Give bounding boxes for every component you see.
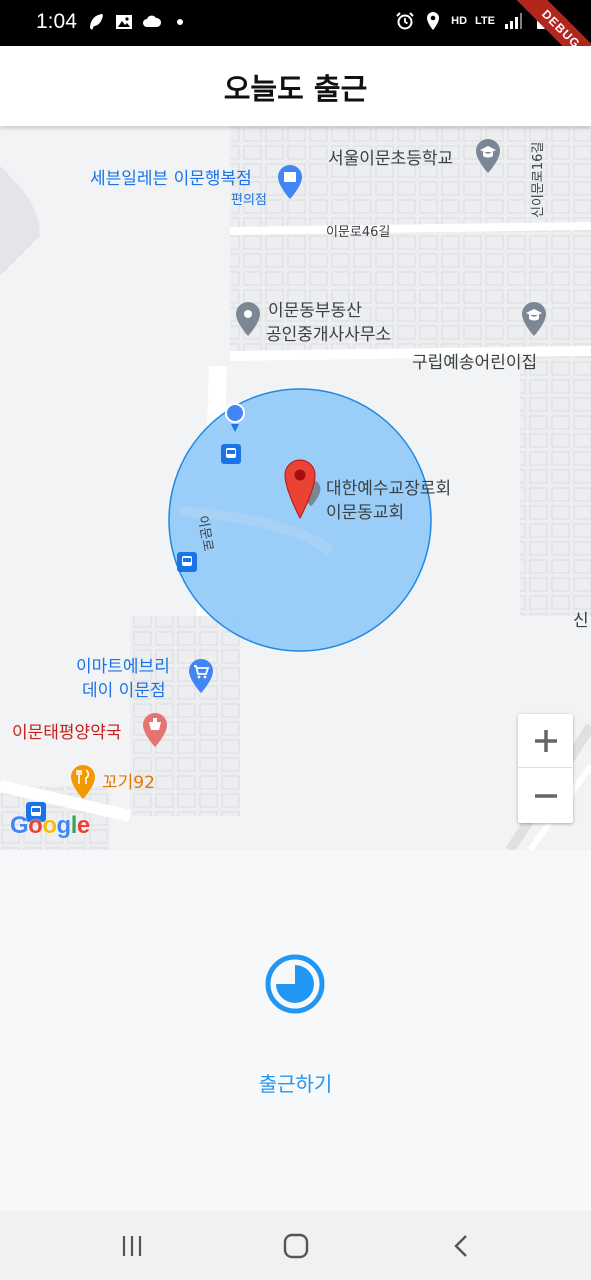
page-title: 오늘도 출근 (223, 72, 368, 106)
status-notification-icons (86, 12, 190, 32)
map-label-pharmacy[interactable]: 이문태평양약국 (12, 722, 121, 744)
zoom-in-button[interactable] (518, 714, 573, 768)
back-button[interactable] (442, 1231, 482, 1261)
status-bar: 1:04 HD LTE DEBUG (0, 0, 591, 80)
cloud-icon (143, 15, 162, 27)
school-pin-icon[interactable] (474, 138, 502, 174)
recents-button[interactable] (112, 1231, 152, 1261)
alarm-icon (396, 12, 414, 30)
restaurant-pin-icon[interactable] (69, 764, 97, 800)
map-view[interactable]: 세븐일레븐 이문행복점 편의점 서울이문초등학교 이문로46길 신이문로16길 … (0, 126, 591, 850)
bus-stop-icon[interactable] (177, 552, 197, 572)
map-label-emart-line2[interactable]: 데이 이문점 (82, 680, 166, 702)
app-bar: 오늘도 출근 (0, 46, 591, 126)
image-icon (116, 15, 132, 29)
map-label-emart-line1[interactable]: 이마트에브리 (76, 656, 170, 678)
pharmacy-pin-icon[interactable] (141, 712, 169, 748)
minus-icon (534, 794, 557, 798)
back-icon (454, 1235, 467, 1257)
map-label-realestate-line1[interactable]: 이문동부동산 (268, 300, 362, 322)
home-button[interactable] (276, 1231, 316, 1261)
dot-icon (177, 19, 183, 25)
hd-voice-icon: HD (451, 15, 468, 27)
map-label-church-line1[interactable]: 대한예수교장로회 (326, 478, 451, 500)
zoom-controls (518, 714, 573, 823)
map-label-road-16-side: 신이문로16길 (531, 141, 546, 218)
status-system-icons: HD LTE (395, 11, 551, 31)
current-location-icon (225, 403, 245, 432)
map-label-convenience-type: 편의점 (231, 193, 267, 208)
home-icon (283, 1233, 309, 1259)
clock-progress-icon[interactable] (264, 953, 326, 1015)
recents-icon (122, 1236, 142, 1256)
map-label-realestate-line2[interactable]: 공인중개사사무소 (266, 324, 391, 346)
system-nav-bar (0, 1211, 591, 1280)
map-label-church-line2[interactable]: 이문동교회 (326, 502, 404, 524)
map-label-edge: 신 (573, 611, 589, 631)
real-estate-pin-icon[interactable] (234, 301, 262, 337)
checkin-button[interactable]: 출근하기 (0, 1068, 591, 1097)
bus-stop-icon[interactable] (221, 444, 241, 464)
convenience-store-pin-icon[interactable] (276, 164, 304, 200)
map-label-road-46: 이문로46길 (326, 225, 391, 240)
lte-signal-icon: LTE (475, 15, 495, 27)
map-label-seven-eleven[interactable]: 세븐일레븐 이문행복점 (90, 168, 252, 190)
shopping-cart-pin-icon[interactable] (187, 658, 215, 694)
feather-icon (90, 14, 103, 30)
google-logo: Google (10, 812, 90, 839)
signal-icon (505, 13, 522, 29)
status-time: 1:04 (36, 10, 77, 33)
geofence-marker-icon[interactable] (282, 458, 318, 520)
map-label-school[interactable]: 서울이문초등학교 (328, 148, 453, 170)
map-label-kindergarten[interactable]: 구립예송어린이집 (412, 352, 537, 374)
zoom-out-button[interactable] (518, 769, 573, 823)
kindergarten-pin-icon[interactable] (520, 301, 548, 337)
map-label-restaurant[interactable]: 꼬기92 (102, 772, 155, 794)
location-icon (427, 12, 440, 30)
plus-icon (534, 729, 557, 752)
